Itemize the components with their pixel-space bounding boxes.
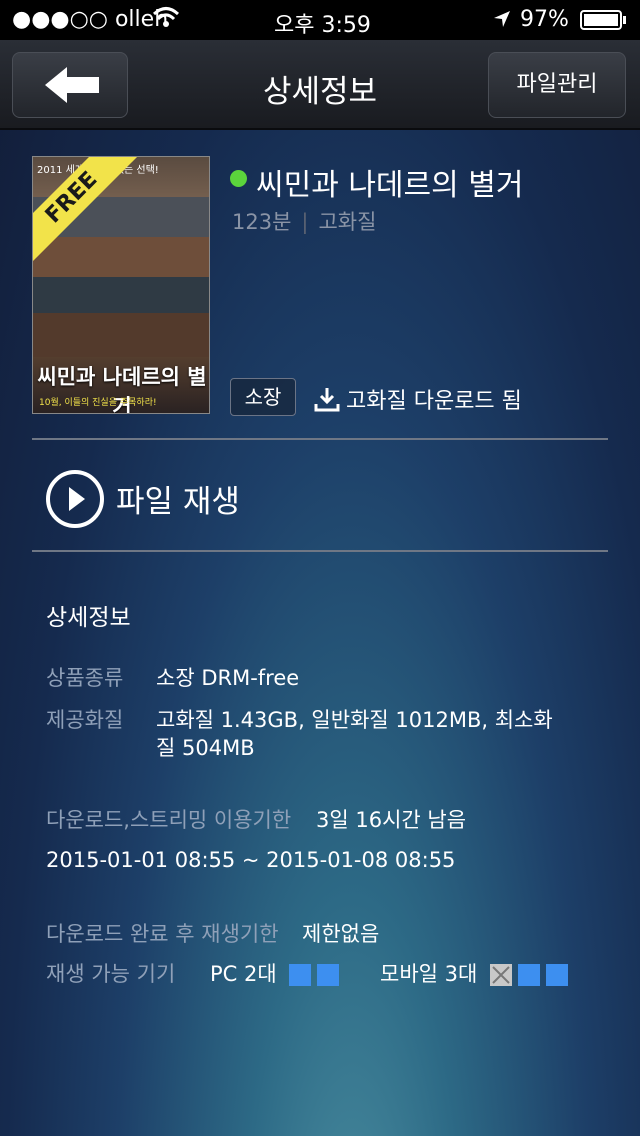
divider (32, 550, 608, 552)
play-icon (46, 470, 104, 528)
quality-value-line1: 고화질 1.43GB, 일반화질 1012MB, 최소화 (156, 708, 553, 732)
own-badge: 소장 (230, 378, 296, 416)
device-slot-used-icon (490, 964, 513, 986)
details-title: 상세정보 (46, 605, 131, 631)
signal-carrier: ●●●○○ olleh (12, 7, 169, 32)
quality-label: 제공화질 (46, 708, 124, 732)
pc-devices-label: PC 2대 (210, 962, 277, 986)
devices-label: 재생 가능 기기 (46, 962, 176, 986)
quality-value-line2: 질 504MB (156, 736, 255, 760)
clock: 오후 3:59 (274, 13, 371, 38)
runtime: 123분 (232, 210, 292, 234)
play-file-label: 파일 재생 (116, 484, 240, 520)
device-slot-icon (289, 964, 312, 986)
movie-title: 씨민과 나데르의 별거 (256, 168, 524, 203)
nav-bar: 상세정보 파일관리 (0, 40, 640, 130)
movie-meta: 123분 | 고화질 (232, 206, 376, 236)
movie-poster: 2011 세계의 유례없는 선택! FREE 씨민과 나데르의 별거 10월, … (32, 156, 210, 414)
battery-icon (580, 10, 628, 36)
after-download-label: 다운로드 완료 후 재생기한 (46, 922, 279, 946)
period-label: 다운로드,스트리밍 이용기한 (46, 808, 292, 832)
download-icon (314, 386, 340, 418)
period-remaining: 3일 16시간 남음 (316, 808, 467, 832)
mobile-devices-label: 모바일 3대 (380, 962, 478, 986)
location-icon (492, 9, 512, 35)
pc-devices: PC 2대 (210, 958, 340, 988)
device-slot-icon (546, 964, 569, 986)
device-slot-icon (317, 964, 340, 986)
download-status: 고화질 다운로드 됨 (314, 383, 522, 418)
device-slot-icon (518, 964, 541, 986)
download-status-text: 고화질 다운로드 됨 (346, 389, 522, 414)
after-download-value: 제한없음 (302, 922, 380, 946)
product-type-label: 상품종류 (46, 666, 124, 690)
poster-tagline: 10월, 이들의 진실을 주목하라! (39, 398, 157, 408)
status-dot-icon (230, 170, 247, 187)
divider (32, 438, 608, 440)
period-range: 2015-01-01 08:55 ~ 2015-01-08 08:55 (46, 848, 456, 872)
meta-separator: | (301, 210, 309, 234)
file-manage-button[interactable]: 파일관리 (488, 52, 626, 118)
product-type-value: 소장 DRM-free (156, 666, 300, 690)
wifi-icon (152, 4, 180, 38)
status-bar: ●●●○○ olleh 오후 3:59 97% (0, 0, 640, 40)
quality: 고화질 (318, 210, 377, 234)
battery-percent: 97% (520, 7, 569, 32)
mobile-devices: 모바일 3대 (380, 958, 569, 988)
